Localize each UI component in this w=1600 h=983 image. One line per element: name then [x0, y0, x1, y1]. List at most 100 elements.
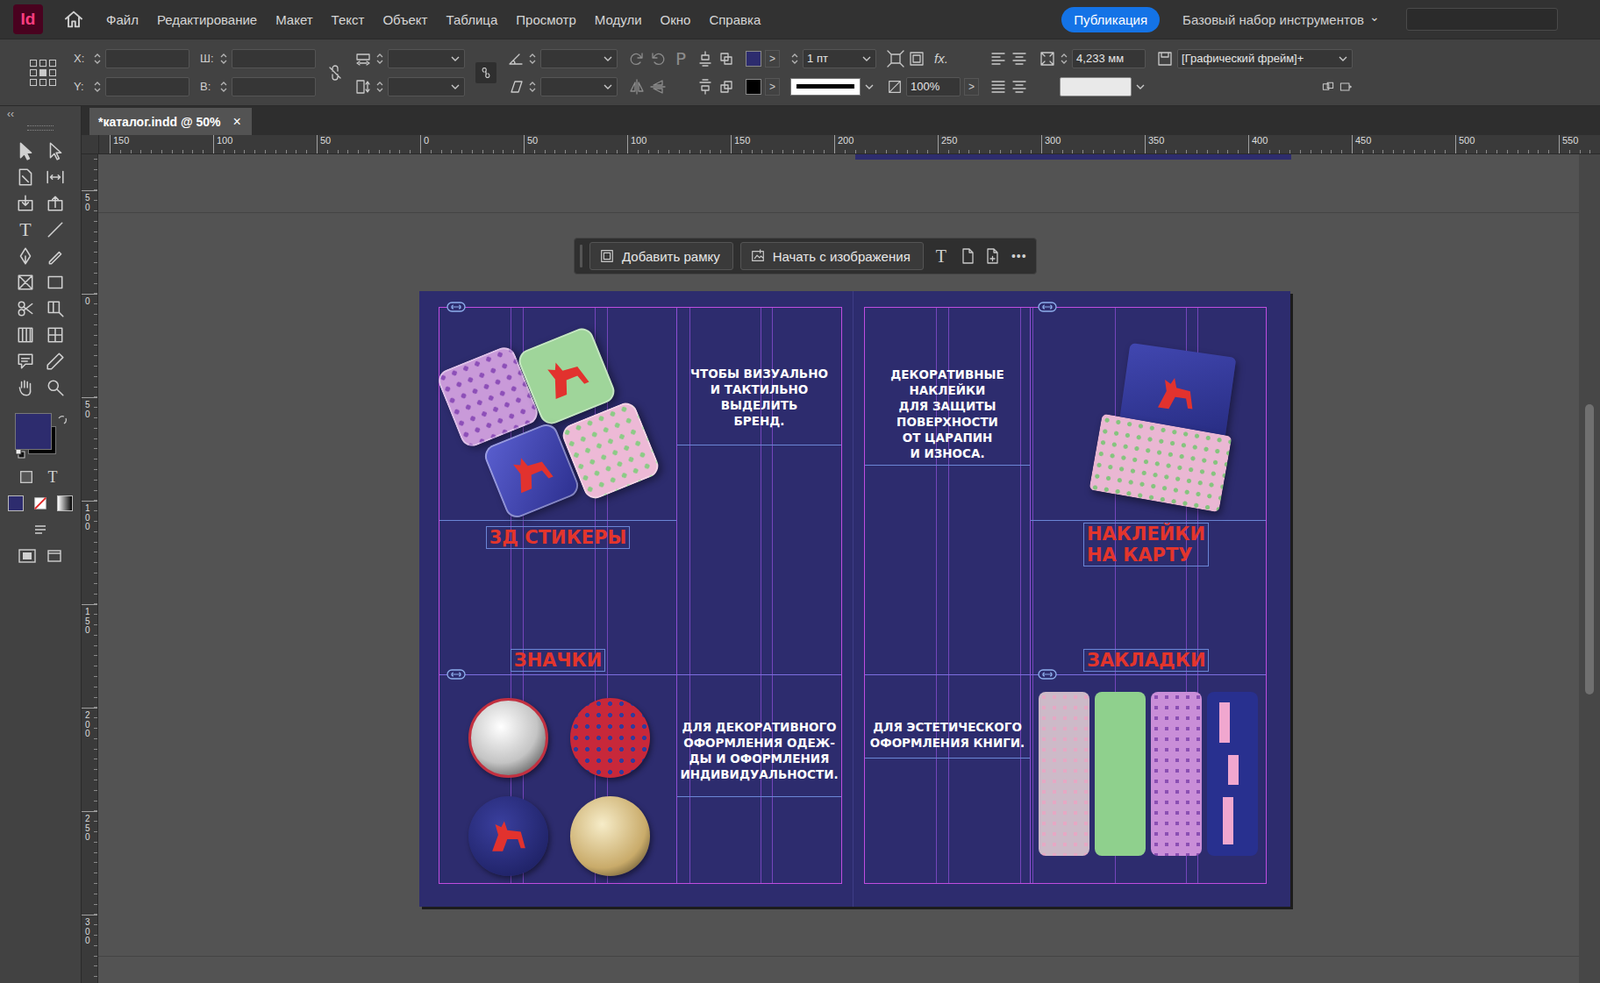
menu-item[interactable]: Редактирование	[157, 12, 258, 28]
spinner-icon[interactable]	[219, 50, 229, 67]
dropdown-icon[interactable]	[1337, 53, 1349, 65]
apply-color-icon[interactable]	[7, 495, 24, 512]
scissors-tool-icon[interactable]	[15, 299, 36, 319]
section-title[interactable]: ЗАКЛАДКИ	[1083, 649, 1209, 672]
doc-icon[interactable]	[958, 247, 977, 265]
zoom-tool-icon[interactable]	[45, 378, 65, 398]
text-frame[interactable]: ДЕКОРАТИВНЫЕНАКЛЕЙКИДЛЯ ЗАЩИТЫПОВЕРХНОСТ…	[864, 307, 1030, 466]
eyedropper-tool-icon[interactable]	[45, 351, 65, 372]
scalex-icon[interactable]	[354, 50, 372, 68]
more-button[interactable]: •••	[1011, 249, 1028, 264]
spinner-icon[interactable]	[375, 50, 385, 67]
docplus-icon[interactable]	[983, 247, 1001, 265]
menu-item[interactable]: Текст	[331, 12, 365, 28]
shear-icon[interactable]	[507, 78, 525, 96]
direct-tool-icon[interactable]	[45, 141, 65, 161]
pasteboard[interactable]: Добавить рамку Начать с изображения T ••…	[98, 154, 1579, 983]
horizontal-ruler[interactable]: 1501005005010015020025030035040045050055…	[99, 135, 1600, 154]
add-frame-button[interactable]: Добавить рамку	[589, 242, 734, 271]
dropdown-icon[interactable]	[864, 81, 875, 93]
paragraph-glyph[interactable]: P	[675, 48, 686, 70]
frame-tool-icon[interactable]	[15, 272, 36, 293]
type-tool[interactable]: T	[15, 220, 36, 240]
rotcw-icon[interactable]	[628, 50, 646, 68]
swatch-field[interactable]	[1059, 77, 1132, 97]
close-tab-button[interactable]: ×	[232, 114, 241, 130]
fill-swatch[interactable]	[745, 50, 762, 67]
spinner-icon[interactable]	[1059, 50, 1069, 67]
workspace-switcher[interactable]: Базовый набор инструментов⌄	[1182, 12, 1380, 28]
dropdown-icon[interactable]	[450, 81, 461, 93]
vertical-ruler[interactable]: 50050100150200250300	[81, 154, 99, 983]
menu-item[interactable]: Объект	[382, 12, 428, 28]
linkbreak-icon[interactable]	[326, 64, 344, 82]
dropdown-icon[interactable]	[602, 53, 614, 65]
text-frame[interactable]: ДЛЯ ЭСТЕТИЧЕСКОГООФОРМЛЕНИЯ КНИГИ.	[864, 675, 1030, 759]
formatting-text-button[interactable]: T	[42, 467, 63, 487]
menu-item[interactable]: Справка	[708, 12, 761, 28]
fillframe-icon[interactable]	[599, 248, 615, 265]
rotation-field[interactable]	[540, 49, 618, 69]
swap-icon[interactable]	[57, 414, 68, 426]
collapse-button[interactable]: ‹‹	[7, 107, 15, 121]
styles-icon[interactable]	[1156, 50, 1174, 68]
left-page[interactable]: 3Д СТИКЕРЫ ЗНАЧКИ ЧТОБЫ ВИЗУАЛЬНОИ ТАКТИ…	[419, 291, 854, 908]
horizontal-scrollbar[interactable]	[98, 956, 1579, 983]
document-tab[interactable]: *каталог.indd @ 50% ×	[89, 107, 252, 136]
rotccw-icon[interactable]	[649, 50, 667, 68]
stroke-weight-field[interactable]: 1 пт	[802, 49, 877, 69]
scale-x-field[interactable]	[387, 49, 465, 69]
edit-mode-icon[interactable]	[31, 521, 50, 539]
x-field[interactable]	[105, 49, 190, 69]
transform-tool-icon[interactable]	[45, 299, 65, 319]
spinner-icon[interactable]	[528, 78, 537, 95]
app-logo[interactable]: Id	[13, 4, 43, 35]
spinner-icon[interactable]	[528, 50, 537, 67]
menu-item[interactable]: Модули	[594, 12, 643, 28]
stickers-image-frame[interactable]	[439, 307, 677, 522]
ruler-corner[interactable]	[81, 135, 100, 154]
section-title[interactable]: 3Д СТИКЕРЫ	[485, 526, 631, 550]
search-field[interactable]	[1406, 7, 1558, 31]
formatting-container-icon[interactable]	[18, 469, 35, 486]
prevobj-icon[interactable]	[717, 50, 736, 68]
link-icon[interactable]	[446, 301, 466, 313]
fliph-icon[interactable]	[628, 78, 646, 96]
justify-icon[interactable]	[989, 78, 1008, 96]
apply-none-icon[interactable]	[32, 495, 49, 512]
flipv-icon[interactable]	[649, 78, 667, 96]
fill-stroke-swatches[interactable]	[13, 413, 68, 459]
aligncenter-icon[interactable]	[1010, 50, 1029, 68]
bookmarks-image-frame[interactable]	[1030, 675, 1266, 857]
effects-button[interactable]: fx.	[934, 50, 949, 66]
stroke-menu-button[interactable]: >	[764, 78, 780, 96]
gap-tool-icon[interactable]	[45, 167, 65, 187]
page-tool-icon[interactable]	[15, 167, 36, 187]
note-tool-icon[interactable]	[15, 351, 36, 372]
section-title[interactable]: НАКЛЕЙКИНА КАРТУ	[1083, 522, 1209, 567]
rect-tool-icon[interactable]	[45, 272, 65, 293]
y-field[interactable]	[105, 77, 190, 97]
spinner-icon[interactable]	[92, 50, 102, 67]
aligncenter-icon[interactable]	[1010, 78, 1029, 96]
pencil-tool-icon[interactable]	[45, 246, 65, 266]
feather-tool-icon[interactable]	[45, 325, 65, 345]
menu-item[interactable]: Окно	[660, 12, 692, 28]
stroke-swatch[interactable]	[745, 78, 762, 95]
fill-box[interactable]	[14, 413, 52, 450]
spinner-icon[interactable]	[92, 78, 102, 95]
line-tool-icon[interactable]	[45, 220, 65, 240]
dropdown-icon[interactable]	[602, 81, 614, 93]
width-field[interactable]	[231, 49, 316, 69]
start-with-image-button[interactable]: Начать с изображения	[740, 242, 924, 271]
spinner-icon[interactable]	[375, 78, 385, 95]
fitframe-icon[interactable]	[886, 50, 905, 68]
vertical-scrollbar[interactable]	[1578, 154, 1600, 983]
dropdown-icon[interactable]	[450, 53, 461, 65]
nextobj-icon[interactable]	[717, 78, 736, 96]
menu-item[interactable]: Таблица	[445, 12, 498, 28]
dropdown-icon[interactable]	[1135, 81, 1146, 93]
right-page[interactable]: ДЕКОРАТИВНЫЕНАКЛЕЙКИДЛЯ ЗАЩИТЫПОВЕРХНОСТ…	[853, 291, 1291, 908]
menu-item[interactable]: Просмотр	[515, 12, 577, 28]
link-icon[interactable]	[446, 669, 466, 680]
